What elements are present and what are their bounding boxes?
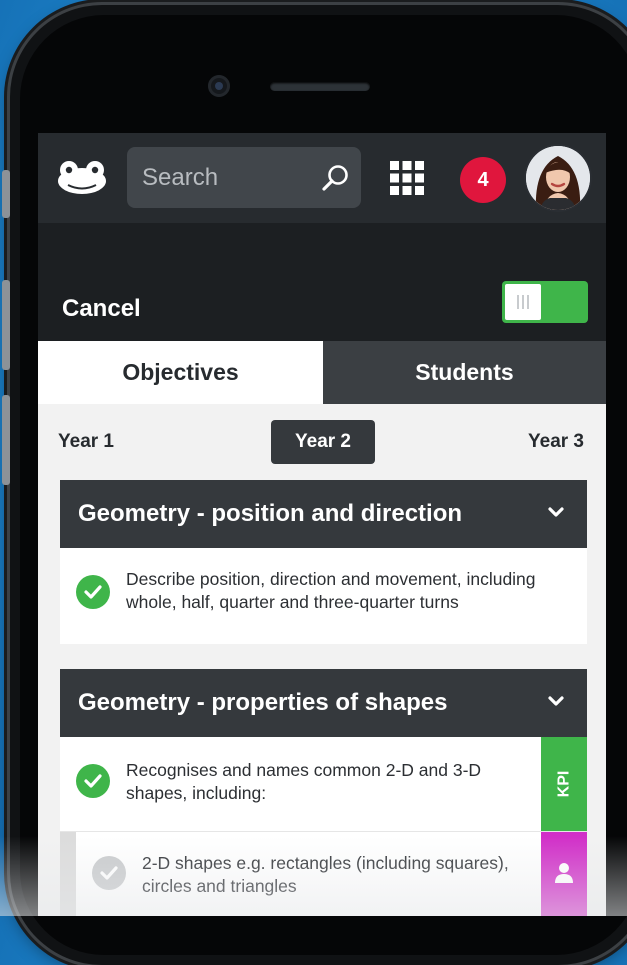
section-card: Geometry - properties of shapes Recognis… xyxy=(60,669,587,916)
kpi-tag[interactable]: KPI xyxy=(541,737,587,831)
objective-text: Recognises and names common 2-D and 3-D … xyxy=(126,760,482,803)
section-title: Geometry - properties of shapes xyxy=(78,689,448,716)
earpiece-speaker xyxy=(270,82,370,91)
frog-logo-icon[interactable] xyxy=(56,161,108,197)
check-icon[interactable] xyxy=(92,856,126,890)
year-selector: Year 1 Year 2 Year 3 xyxy=(38,404,606,479)
indent-bar xyxy=(60,832,76,916)
objective-text: Describe position, direction and movemen… xyxy=(126,569,536,612)
notification-badge[interactable]: 4 xyxy=(460,157,506,203)
action-bar: Cancel xyxy=(38,223,606,341)
front-camera xyxy=(208,75,230,97)
top-bar: 4 xyxy=(38,133,606,223)
section-title: Geometry - position and direction xyxy=(78,500,463,527)
avatar-photo xyxy=(526,146,590,210)
chevron-down-icon xyxy=(548,696,564,706)
search-box xyxy=(127,147,361,208)
tab-objectives[interactable]: Objectives xyxy=(38,341,323,404)
phone-side-button xyxy=(2,170,10,218)
tab-bar: Objectives Students xyxy=(38,341,606,404)
phone-side-button xyxy=(2,280,10,370)
year-1-button[interactable]: Year 1 xyxy=(58,420,118,464)
toggle-handle[interactable] xyxy=(505,284,541,320)
phone-side-button xyxy=(2,395,10,485)
check-icon[interactable] xyxy=(76,764,110,798)
chevron-down-icon xyxy=(548,507,564,517)
search-input[interactable] xyxy=(127,147,312,208)
objective-row[interactable]: 2-D shapes e.g. rectangles (including sq… xyxy=(60,831,587,916)
student-tag[interactable] xyxy=(541,832,587,916)
objective-row[interactable]: Recognises and names common 2-D and 3-D … xyxy=(60,737,587,831)
kpi-label: KPI xyxy=(554,770,572,798)
mode-toggle[interactable] xyxy=(502,281,588,323)
app-screen: 4 Cancel Objectives Students Year 1 Year… xyxy=(38,133,606,916)
year-3-button[interactable]: Year 3 xyxy=(520,420,584,464)
objective-text: 2-D shapes e.g. rectangles (including sq… xyxy=(142,853,509,896)
objective-row[interactable]: Describe position, direction and movemen… xyxy=(60,548,587,644)
search-icon[interactable] xyxy=(321,163,351,193)
cancel-button[interactable]: Cancel xyxy=(62,295,141,323)
avatar[interactable] xyxy=(526,146,590,210)
section-header[interactable]: Geometry - position and direction xyxy=(60,480,587,548)
section-header[interactable]: Geometry - properties of shapes xyxy=(60,669,587,737)
section-card: Geometry - position and direction Descri… xyxy=(60,480,587,644)
apps-grid-icon[interactable] xyxy=(390,161,424,195)
check-icon[interactable] xyxy=(76,575,110,609)
year-2-button[interactable]: Year 2 xyxy=(271,420,375,464)
tab-students[interactable]: Students xyxy=(323,341,606,404)
person-icon xyxy=(555,863,573,883)
